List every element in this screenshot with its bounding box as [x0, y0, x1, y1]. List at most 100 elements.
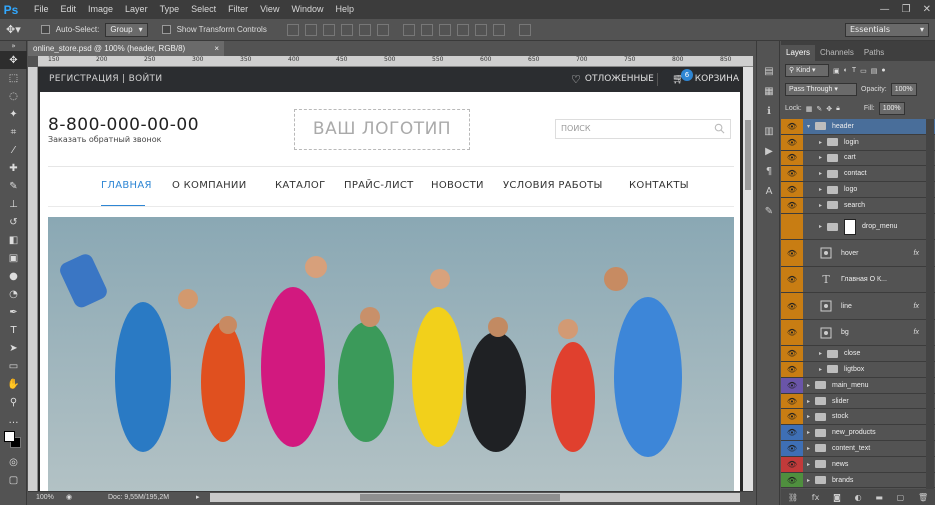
- visibility-eye-icon[interactable]: 👁︎: [781, 150, 803, 166]
- canvas-vertical-scroll-thumb[interactable]: [745, 120, 751, 190]
- new-layer-icon[interactable]: ▢: [897, 493, 905, 502]
- expand-arrow-icon[interactable]: ▸: [807, 477, 815, 484]
- type-tool-icon[interactable]: T: [0, 321, 27, 339]
- expand-arrow-icon[interactable]: ▸: [819, 139, 827, 146]
- expand-arrow-icon[interactable]: ▸: [819, 202, 827, 209]
- menu-select[interactable]: Select: [185, 0, 222, 19]
- history-icon[interactable]: ▤: [757, 61, 781, 81]
- filter-type-icon[interactable]: T: [852, 67, 856, 74]
- visibility-eye-icon[interactable]: 👁︎: [781, 293, 803, 319]
- align-bottom-icon[interactable]: [322, 23, 335, 36]
- restore-icon[interactable]: ❐: [902, 4, 911, 15]
- tab-channels[interactable]: Channels: [815, 45, 859, 61]
- quick-mask-icon[interactable]: ◎: [0, 453, 27, 471]
- menu-layer[interactable]: Layer: [119, 0, 154, 19]
- align-right-icon[interactable]: [376, 23, 389, 36]
- filter-smart-icon[interactable]: ▤: [871, 67, 878, 75]
- layer-row[interactable]: 👁︎ ▸ main_menu: [781, 377, 935, 394]
- visibility-eye-icon[interactable]: 👁︎: [781, 393, 803, 409]
- layer-row[interactable]: 👁︎ bg fx: [781, 319, 935, 347]
- expand-arrow-icon[interactable]: ▸: [819, 350, 827, 357]
- expand-arrow-icon[interactable]: ▸: [819, 154, 827, 161]
- align-left-icon[interactable]: [340, 23, 353, 36]
- fill-input[interactable]: 100%: [878, 102, 905, 115]
- zoom-tool-icon[interactable]: ⚲: [0, 393, 27, 411]
- healing-tool-icon[interactable]: ✚: [0, 159, 27, 177]
- layer-row[interactable]: 👁︎ ▸ brands: [781, 472, 935, 489]
- lasso-tool-icon[interactable]: ◌: [0, 87, 27, 105]
- opacity-input[interactable]: 100%: [890, 83, 917, 96]
- layer-row[interactable]: 👁︎ ▸ slider: [781, 393, 935, 410]
- link-icon[interactable]: ⛓: [788, 493, 798, 502]
- visibility-eye-icon[interactable]: 👁︎: [781, 409, 803, 425]
- distribute-top-icon[interactable]: [402, 23, 415, 36]
- expand-arrow-icon[interactable]: ▸: [819, 186, 827, 193]
- document-tab[interactable]: online_store.psd @ 100% (header, RGB/8) …: [28, 41, 224, 56]
- layer-effects-icon[interactable]: fx: [914, 329, 919, 336]
- expand-arrow-icon[interactable]: ▸: [807, 398, 815, 405]
- lock-transparency-icon[interactable]: ▦: [806, 105, 813, 113]
- swatches-icon[interactable]: ▥: [757, 121, 781, 141]
- layer-row[interactable]: 👁︎ ▸ contact: [781, 166, 935, 183]
- visibility-eye-icon[interactable]: 👁︎: [781, 441, 803, 456]
- expand-arrow-icon[interactable]: ▸: [819, 170, 827, 177]
- layer-effects-icon[interactable]: fx: [914, 303, 919, 310]
- distribute-bottom-icon[interactable]: [438, 23, 451, 36]
- marquee-tool-icon[interactable]: ⬚: [0, 69, 27, 87]
- visibility-eye-icon[interactable]: 👁︎: [781, 472, 803, 488]
- trash-icon[interactable]: 🗑︎: [918, 493, 928, 502]
- expand-arrow-icon[interactable]: ▸: [807, 461, 815, 468]
- layer-row[interactable]: 👁︎ ▸ stock: [781, 409, 935, 426]
- canvas-area[interactable]: РЕГИСТРАЦИЯ | ВОЙТИ ♡ ОТЛОЖЕННЫЕ 🛒︎ 6 КО…: [38, 67, 753, 491]
- lock-pixels-icon[interactable]: ✎: [816, 105, 822, 113]
- screen-mode-icon[interactable]: ▢: [0, 471, 27, 489]
- layer-row[interactable]: 👁︎ ▸ search: [781, 197, 935, 214]
- character-icon[interactable]: A: [757, 181, 781, 201]
- expand-arrow-icon[interactable]: ▸: [807, 429, 815, 436]
- expand-arrow-icon[interactable]: ▸: [807, 382, 815, 389]
- distribute-middle-icon[interactable]: [420, 23, 433, 36]
- folder-icon[interactable]: ▬: [875, 493, 883, 502]
- menu-help[interactable]: Help: [329, 0, 360, 19]
- pen-tool-icon[interactable]: ✒: [0, 303, 27, 321]
- visibility-eye-icon[interactable]: 👁︎: [781, 240, 803, 266]
- path-select-tool-icon[interactable]: ➤: [0, 339, 27, 357]
- eyedropper-tool-icon[interactable]: ⁄: [0, 141, 27, 159]
- history-brush-icon[interactable]: ↺: [0, 213, 27, 231]
- menu-edit[interactable]: Edit: [55, 0, 83, 19]
- visibility-eye-icon[interactable]: 👁︎: [781, 319, 803, 346]
- auto-align-icon[interactable]: [518, 23, 531, 36]
- auto-select-checkbox[interactable]: [40, 25, 50, 34]
- layer-row[interactable]: 👁︎ ▸ new_products: [781, 425, 935, 442]
- layer-row[interactable]: 👁︎ ▾ header: [781, 119, 935, 135]
- visibility-eye-icon[interactable]: 👁︎: [781, 346, 803, 362]
- layer-effects-icon[interactable]: fx: [914, 250, 919, 257]
- layer-row[interactable]: 👁︎ ▸ news: [781, 456, 935, 473]
- visibility-eye-icon[interactable]: 👁︎: [781, 456, 803, 472]
- menu-window[interactable]: Window: [285, 0, 329, 19]
- crop-tool-icon[interactable]: ⌗: [0, 123, 27, 141]
- expand-arrow-icon[interactable]: ▸: [807, 445, 815, 452]
- paragraph-icon[interactable]: ¶: [757, 161, 781, 181]
- fx-icon[interactable]: fx: [812, 493, 820, 502]
- layer-row[interactable]: 👁︎ ▸ login: [781, 134, 935, 151]
- eraser-tool-icon[interactable]: ◧: [0, 231, 27, 249]
- move-tool-icon[interactable]: ✥▾: [6, 23, 21, 36]
- distribute-center-icon[interactable]: [474, 23, 487, 36]
- move-tool-icon[interactable]: ✥: [0, 51, 27, 69]
- visibility-eye-icon[interactable]: 👁︎: [781, 182, 803, 197]
- layer-filter-dropdown[interactable]: ⚲ Kind ▾: [785, 64, 829, 77]
- visibility-eye-icon[interactable]: 👁︎: [781, 362, 803, 377]
- visibility-eye-icon[interactable]: 👁︎: [781, 197, 803, 213]
- blend-mode-dropdown[interactable]: Pass Through ▾: [785, 83, 857, 96]
- expand-arrow-icon[interactable]: ▸: [819, 223, 827, 230]
- tab-layers[interactable]: Layers: [781, 45, 816, 61]
- visibility-eye-icon[interactable]: 👁︎: [781, 425, 803, 441]
- layers-scrollbar[interactable]: [926, 119, 934, 489]
- distribute-right-icon[interactable]: [492, 23, 505, 36]
- auto-select-dropdown[interactable]: Group ▾: [105, 22, 148, 37]
- info-icon[interactable]: ℹ: [757, 101, 781, 121]
- expand-arrow-icon[interactable]: ▸: [819, 366, 827, 373]
- canvas-horizontal-scroll-thumb[interactable]: [360, 494, 560, 501]
- visibility-eye-icon[interactable]: 👁︎: [781, 377, 803, 393]
